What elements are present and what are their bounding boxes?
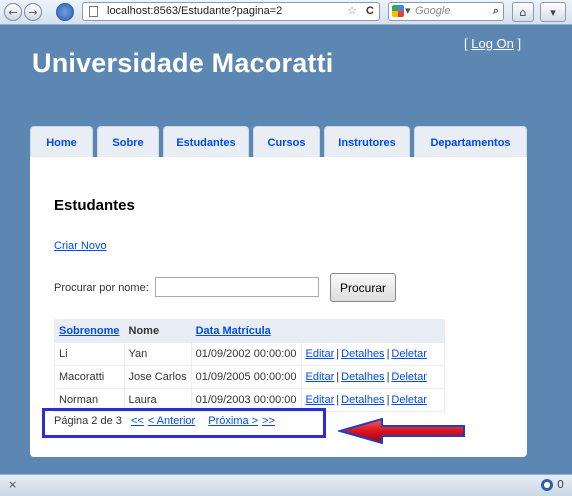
cell-actions: Editar | Detalhes | Deletar <box>300 342 445 366</box>
tab-instrutores[interactable]: Instrutores <box>324 126 410 158</box>
search-placeholder: Google <box>415 5 451 17</box>
table-row: Li Yan 01/09/2002 00:00:00 Editar | Detalh… <box>54 342 445 366</box>
cell-nome: Jose Carlos <box>123 365 192 389</box>
log-on-link[interactable]: Log On <box>471 36 514 51</box>
close-icon[interactable]: × <box>8 478 17 491</box>
login-display: [ Log On ] <box>464 36 521 51</box>
menu-icon: ▾ <box>550 5 556 19</box>
search-name-input[interactable] <box>155 277 319 297</box>
delete-link[interactable]: Deletar <box>391 371 426 383</box>
page-title: Estudantes <box>54 197 135 214</box>
search-label: Procurar por nome: <box>54 282 149 294</box>
cell-actions: Editar | Detalhes | Deletar <box>300 365 445 389</box>
details-link[interactable]: Detalhes <box>341 371 384 383</box>
back-arrow-icon: ← <box>8 5 18 19</box>
delete-link[interactable]: Deletar <box>391 348 426 360</box>
forward-arrow-icon: → <box>28 5 38 19</box>
bracket-open: [ <box>464 36 468 51</box>
status-bar: × ● 0 <box>0 474 572 496</box>
tab-cursos[interactable]: Cursos <box>253 126 320 158</box>
browser-toolbar: ← → localhost:8563/Estudante?pagina=2 ☆ … <box>0 0 572 25</box>
column-header-nome: Nome <box>123 319 192 343</box>
reload-icon[interactable]: C <box>366 3 374 20</box>
column-header-data-matricula[interactable]: Data Matrícula <box>190 319 302 343</box>
search-icon[interactable]: ⌕ <box>493 3 499 20</box>
tab-sobre[interactable]: Sobre <box>97 126 159 158</box>
back-button[interactable]: ← <box>4 3 22 21</box>
sort-sobrenome-link[interactable]: Sobrenome <box>59 325 120 337</box>
cell-nome: Yan <box>123 342 192 366</box>
create-new-link[interactable]: Criar Novo <box>54 240 107 252</box>
addon-count: 0 <box>557 478 564 491</box>
edit-link[interactable]: Editar <box>306 394 335 406</box>
table-row: Macoratti Jose Carlos 01/09/2005 00:00:0… <box>54 365 445 389</box>
students-table: Sobrenome Nome Data Matrícula Li Yan 01/… <box>54 319 445 412</box>
home-button[interactable]: ⌂ <box>512 2 534 22</box>
tab-home[interactable]: Home <box>30 126 93 158</box>
home-icon: ⌂ <box>519 5 527 19</box>
edit-link[interactable]: Editar <box>306 348 335 360</box>
address-bar[interactable]: localhost:8563/Estudante?pagina=2 ☆ C <box>82 2 380 21</box>
table-header-row: Sobrenome Nome Data Matrícula <box>54 319 445 343</box>
bracket-close: ] <box>517 36 522 51</box>
page-icon <box>89 6 98 17</box>
column-header-sobrenome[interactable]: Sobrenome <box>54 319 125 343</box>
cell-data-matricula: 01/09/2005 00:00:00 <box>190 365 302 389</box>
cell-sobrenome: Macoratti <box>54 365 125 389</box>
tab-estudantes[interactable]: Estudantes <box>163 126 249 158</box>
forward-button[interactable]: → <box>24 3 42 21</box>
tab-departamentos[interactable]: Departamentos <box>414 126 527 158</box>
edit-link[interactable]: Editar <box>306 371 335 383</box>
delete-link[interactable]: Deletar <box>391 394 426 406</box>
cell-sobrenome: Li <box>54 342 125 366</box>
sort-data-matricula-link[interactable]: Data Matrícula <box>196 325 271 337</box>
details-link[interactable]: Detalhes <box>341 394 384 406</box>
addon-status[interactable]: ● 0 <box>541 478 564 491</box>
addon-icon: ● <box>541 478 553 491</box>
search-button[interactable]: Procurar <box>330 273 396 302</box>
site-title: Universidade Macoratti <box>32 48 334 78</box>
google-icon[interactable] <box>392 5 404 17</box>
search-box[interactable]: ▾ Google ⌕ <box>388 2 504 21</box>
cell-data-matricula: 01/09/2002 00:00:00 <box>190 342 302 366</box>
address-bar-text: localhost:8563/Estudante?pagina=2 <box>107 5 283 17</box>
column-header-actions <box>300 319 445 343</box>
site-identity-button[interactable] <box>56 3 74 21</box>
bookmark-star-icon[interactable]: ☆ <box>347 3 357 20</box>
search-engine-dropdown-icon[interactable]: ▾ <box>405 3 411 20</box>
menu-button[interactable]: ▾ <box>540 2 566 22</box>
red-arrow-icon <box>338 418 465 444</box>
details-link[interactable]: Detalhes <box>341 348 384 360</box>
pager-highlight-box <box>42 408 326 438</box>
